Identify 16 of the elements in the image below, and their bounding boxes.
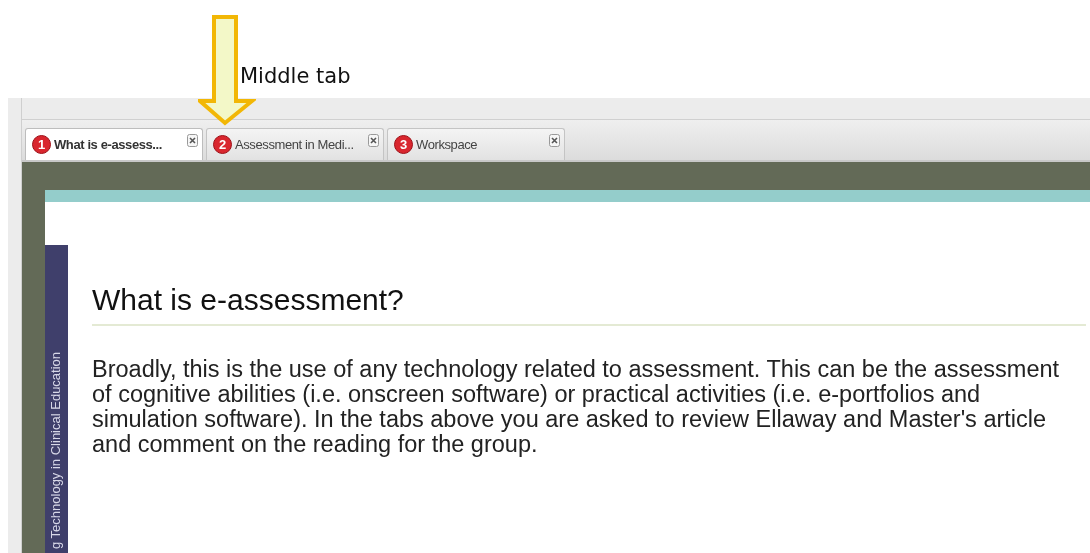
tab-label: Workspace	[416, 135, 478, 154]
tab-label: Assessment in Medi...	[235, 135, 354, 154]
vertical-banner-text: g Technology in Clinical Education	[47, 351, 64, 549]
page-heading: What is e-assessment?	[92, 280, 1086, 326]
tab[interactable]: 2 Assessment in Medi...	[206, 128, 384, 160]
tab-number-badge: 2	[213, 135, 232, 154]
tab-number-badge: 3	[394, 135, 413, 154]
tab-number-badge: 1	[32, 135, 51, 154]
close-icon[interactable]	[368, 134, 379, 147]
tab[interactable]: 3 Workspace	[387, 128, 565, 160]
tab-label: What is e-assess...	[54, 135, 162, 154]
tab[interactable]: 1 What is e-assess...	[25, 128, 203, 160]
close-icon[interactable]	[187, 134, 198, 147]
close-icon[interactable]	[549, 134, 560, 147]
body-paragraph: Broadly, this is the use of any technology related to assessment. This can be the assessment of cognitive abilities (i.e. onscreen software) or practical activities (i.e. e-portfolios and simulation software). In the tabs above you are asked to review Ellaway and Master's article and comment on the reading for the group.	[92, 357, 1061, 457]
annotation-label: Middle tab	[240, 63, 351, 89]
